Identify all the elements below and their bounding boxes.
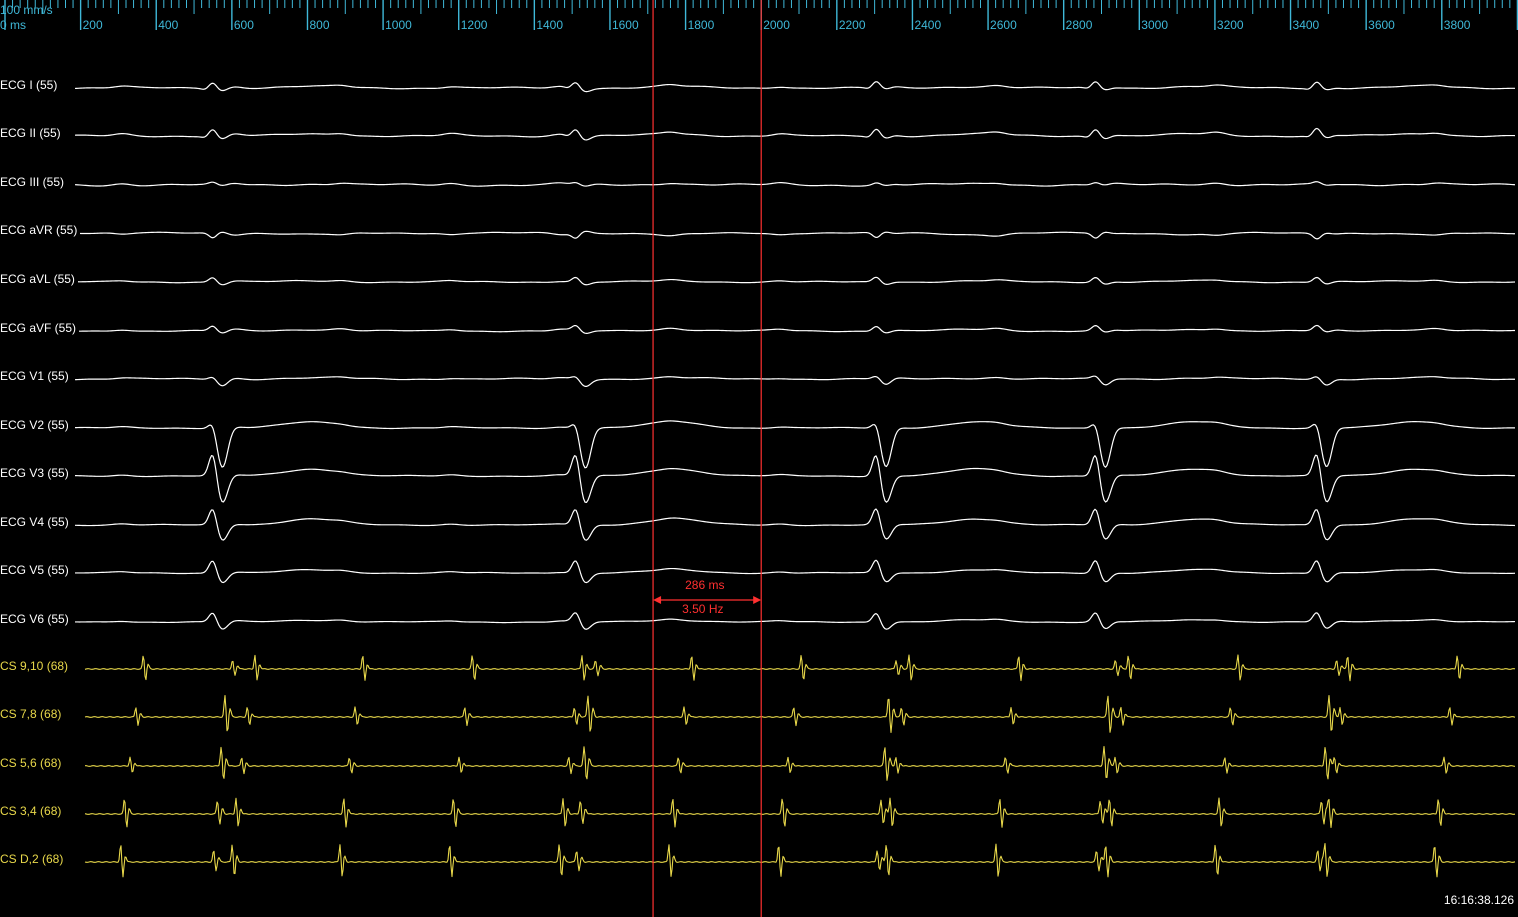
caliper-interval-label: 286 ms	[685, 578, 725, 592]
signal-traces[interactable]	[0, 0, 1518, 917]
channel-label[interactable]: ECG II (55)	[0, 126, 64, 140]
trace-ecg-3	[74, 230, 1516, 240]
caliper-rate-label: 3.50 Hz	[682, 602, 724, 616]
trace-cs-16	[84, 843, 1516, 878]
channel-label[interactable]: CS 3,4 (68)	[0, 804, 65, 818]
trace-ecg-11	[74, 612, 1516, 630]
channel-label[interactable]: ECG V5 (55)	[0, 563, 72, 577]
trace-ecg-9	[74, 508, 1516, 541]
channel-label[interactable]: ECG V4 (55)	[0, 515, 72, 529]
recording-clock: 16:16:38.126	[1443, 893, 1514, 907]
trace-ecg-5	[74, 324, 1516, 334]
channel-label[interactable]: ECG aVL (55)	[0, 272, 78, 286]
channel-label[interactable]: ECG III (55)	[0, 175, 68, 189]
trace-cs-13	[84, 695, 1516, 734]
trace-ecg-8	[74, 454, 1516, 504]
channel-label[interactable]: ECG V6 (55)	[0, 612, 72, 626]
caliper-arrowhead-right	[753, 596, 762, 604]
channel-label[interactable]: ECG V2 (55)	[0, 418, 72, 432]
channel-label[interactable]: ECG aVR (55)	[0, 223, 81, 237]
channel-label[interactable]: ECG aVF (55)	[0, 321, 80, 335]
trace-ecg-1	[74, 127, 1516, 141]
trace-ecg-2	[74, 181, 1516, 187]
channel-label[interactable]: CS 5,6 (68)	[0, 756, 65, 770]
trace-ecg-0	[74, 81, 1515, 93]
channel-label[interactable]: ECG I (55)	[0, 78, 61, 92]
channel-label[interactable]: ECG V1 (55)	[0, 369, 72, 383]
ep-recording-screen: 100 mm/s 0 ms 200 400 600 800 1000 1200 1400 16…	[0, 0, 1518, 917]
trace-ecg-4	[74, 276, 1516, 286]
trace-cs-15	[84, 797, 1516, 828]
trace-cs-14	[84, 746, 1516, 781]
trace-cs-12	[84, 654, 1516, 682]
trace-ecg-7	[74, 420, 1515, 469]
channel-label[interactable]: ECG V3 (55)	[0, 466, 72, 480]
caliper-arrowhead-left	[653, 596, 662, 604]
trace-ecg-10	[74, 559, 1516, 584]
channel-label[interactable]: CS 9,10 (68)	[0, 659, 72, 673]
channel-label[interactable]: CS 7,8 (68)	[0, 707, 65, 721]
channel-label[interactable]: CS D,2 (68)	[0, 852, 67, 866]
trace-ecg-6	[74, 375, 1515, 387]
